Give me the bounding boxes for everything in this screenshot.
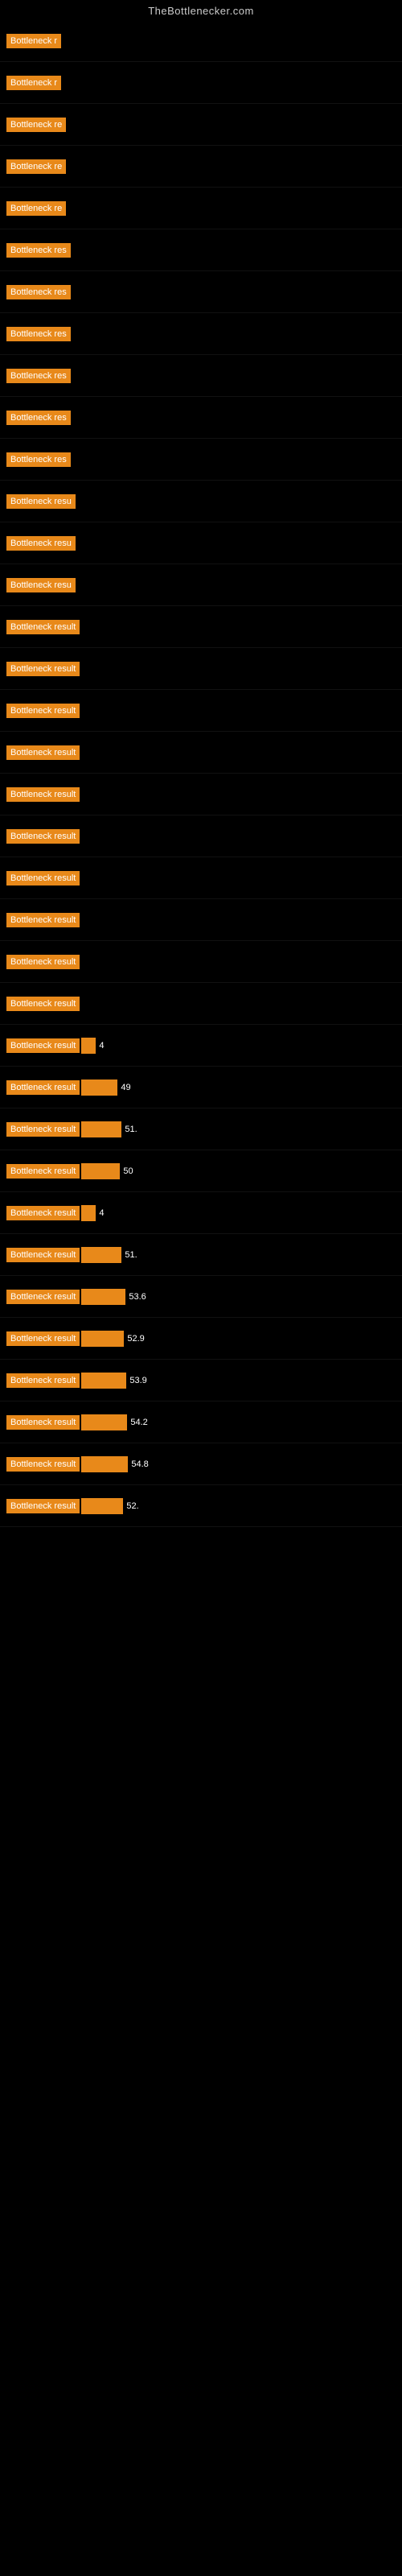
table-row: Bottleneck result 54.8 bbox=[0, 1443, 402, 1485]
bottleneck-label: Bottleneck resu bbox=[6, 494, 76, 509]
bottleneck-label: Bottleneck r bbox=[6, 34, 61, 48]
bottleneck-label: Bottleneck result bbox=[6, 1331, 80, 1346]
bottleneck-label: Bottleneck result bbox=[6, 1038, 80, 1053]
bar-segment bbox=[81, 1414, 127, 1430]
bar-value: 53.9 bbox=[129, 1376, 146, 1385]
bottleneck-label: Bottleneck result bbox=[6, 662, 80, 676]
bottleneck-label: Bottleneck result bbox=[6, 1415, 80, 1430]
bar-value: 4 bbox=[99, 1208, 104, 1218]
bottleneck-label: Bottleneck result bbox=[6, 704, 80, 718]
table-row: Bottleneck resu bbox=[0, 522, 402, 564]
bottleneck-label: Bottleneck res bbox=[6, 452, 71, 467]
table-row: Bottleneck re bbox=[0, 104, 402, 146]
bottleneck-label: Bottleneck result bbox=[6, 913, 80, 927]
table-row: Bottleneck result bbox=[0, 983, 402, 1025]
bottleneck-label: Bottleneck res bbox=[6, 243, 71, 258]
table-row: Bottleneck res bbox=[0, 397, 402, 439]
bar-value: 52.9 bbox=[127, 1334, 144, 1344]
table-row: Bottleneck result bbox=[0, 648, 402, 690]
bottleneck-label: Bottleneck result bbox=[6, 620, 80, 634]
bottleneck-label: Bottleneck result bbox=[6, 1457, 80, 1472]
table-row: Bottleneck r bbox=[0, 20, 402, 62]
table-row: Bottleneck res bbox=[0, 313, 402, 355]
bottleneck-label: Bottleneck res bbox=[6, 411, 71, 425]
bottleneck-label: Bottleneck result bbox=[6, 745, 80, 760]
table-row: Bottleneck result 4 bbox=[0, 1025, 402, 1067]
bar-value: 53.6 bbox=[129, 1292, 146, 1302]
table-row: Bottleneck re bbox=[0, 188, 402, 229]
bar-segment bbox=[81, 1080, 117, 1096]
table-row: Bottleneck result bbox=[0, 606, 402, 648]
bottleneck-label: Bottleneck result bbox=[6, 1499, 80, 1513]
table-row: Bottleneck result bbox=[0, 815, 402, 857]
bottleneck-label: Bottleneck result bbox=[6, 1164, 80, 1179]
bar-segment bbox=[81, 1121, 121, 1137]
bar-segment bbox=[81, 1373, 126, 1389]
site-title: TheBottlenecker.com bbox=[0, 0, 402, 20]
table-row: Bottleneck result 54.2 bbox=[0, 1402, 402, 1443]
table-row: Bottleneck result 51. bbox=[0, 1108, 402, 1150]
bar-value: 4 bbox=[99, 1041, 104, 1051]
table-row: Bottleneck res bbox=[0, 229, 402, 271]
table-row: Bottleneck result bbox=[0, 732, 402, 774]
bottleneck-label: Bottleneck resu bbox=[6, 536, 76, 551]
bottleneck-label: Bottleneck result bbox=[6, 1080, 80, 1095]
table-row: Bottleneck result 50 bbox=[0, 1150, 402, 1192]
bar-segment bbox=[81, 1456, 128, 1472]
bottleneck-label: Bottleneck re bbox=[6, 201, 66, 216]
bar-value: 52. bbox=[126, 1501, 138, 1511]
table-row: Bottleneck result 4 bbox=[0, 1192, 402, 1234]
bottleneck-label: Bottleneck r bbox=[6, 76, 61, 90]
bottleneck-label: Bottleneck re bbox=[6, 159, 66, 174]
bottleneck-label: Bottleneck resu bbox=[6, 578, 76, 592]
table-row: Bottleneck r bbox=[0, 62, 402, 104]
bar-value: 54.2 bbox=[130, 1418, 147, 1427]
bar-segment bbox=[81, 1205, 96, 1221]
table-row: Bottleneck res bbox=[0, 439, 402, 481]
bottleneck-label: Bottleneck res bbox=[6, 285, 71, 299]
table-row: Bottleneck result 51. bbox=[0, 1234, 402, 1276]
table-row: Bottleneck result 52.9 bbox=[0, 1318, 402, 1360]
bottleneck-label: Bottleneck result bbox=[6, 871, 80, 886]
bottleneck-label: Bottleneck res bbox=[6, 327, 71, 341]
table-row: Bottleneck res bbox=[0, 271, 402, 313]
table-row: Bottleneck re bbox=[0, 146, 402, 188]
bar-segment bbox=[81, 1038, 96, 1054]
bar-segment bbox=[81, 1331, 124, 1347]
bar-segment bbox=[81, 1163, 120, 1179]
bottleneck-label: Bottleneck res bbox=[6, 369, 71, 383]
bottleneck-label: Bottleneck result bbox=[6, 955, 80, 969]
table-row: Bottleneck res bbox=[0, 355, 402, 397]
table-row: Bottleneck resu bbox=[0, 481, 402, 522]
bar-value: 51. bbox=[125, 1125, 137, 1134]
bar-segment bbox=[81, 1498, 123, 1514]
bottleneck-label: Bottleneck result bbox=[6, 1122, 80, 1137]
bottleneck-label: Bottleneck result bbox=[6, 1248, 80, 1262]
table-row: Bottleneck result bbox=[0, 857, 402, 899]
bar-value: 49 bbox=[121, 1083, 130, 1092]
bottleneck-label: Bottleneck result bbox=[6, 997, 80, 1011]
bottleneck-label: Bottleneck result bbox=[6, 829, 80, 844]
bottleneck-label: Bottleneck result bbox=[6, 787, 80, 802]
bar-value: 50 bbox=[123, 1166, 133, 1176]
bar-segment bbox=[81, 1247, 121, 1263]
bottleneck-label: Bottleneck result bbox=[6, 1290, 80, 1304]
bottleneck-label: Bottleneck re bbox=[6, 118, 66, 132]
table-row: Bottleneck result bbox=[0, 774, 402, 815]
table-row: Bottleneck result 53.9 bbox=[0, 1360, 402, 1402]
table-row: Bottleneck result 52. bbox=[0, 1485, 402, 1527]
table-row: Bottleneck result bbox=[0, 941, 402, 983]
bottleneck-label: Bottleneck result bbox=[6, 1373, 80, 1388]
bar-value: 54.8 bbox=[131, 1459, 148, 1469]
table-row: Bottleneck result bbox=[0, 690, 402, 732]
bar-value: 51. bbox=[125, 1250, 137, 1260]
table-row: Bottleneck resu bbox=[0, 564, 402, 606]
bottleneck-label: Bottleneck result bbox=[6, 1206, 80, 1220]
table-row: Bottleneck result bbox=[0, 899, 402, 941]
table-row: Bottleneck result 49 bbox=[0, 1067, 402, 1108]
table-row: Bottleneck result 53.6 bbox=[0, 1276, 402, 1318]
bar-segment bbox=[81, 1289, 125, 1305]
